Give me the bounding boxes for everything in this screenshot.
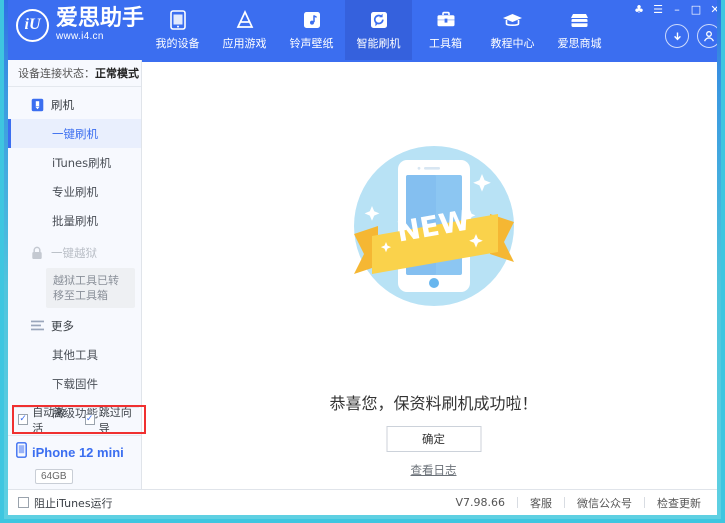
sidebar-item-batch-flash[interactable]: 批量刷机 [8,206,141,235]
sidebar-group-label: 刷机 [51,97,74,113]
checkbox-label: 跳过向导 [99,404,139,436]
skin-button[interactable]: ♣ [631,2,647,17]
device-connection-status: 设备连接状态： 正常模式 [8,60,141,87]
sidebar: 设备连接状态： 正常模式 刷机 一键刷机 iTunes刷机 [8,60,142,519]
wechat-link[interactable]: 微信公众号 [565,495,644,511]
graduation-icon [502,10,523,31]
sidebar-item-label: 批量刷机 [52,213,98,229]
store-icon [569,10,590,31]
app-body: 设备连接状态： 正常模式 刷机 一键刷机 iTunes刷机 [8,60,725,519]
flash-device-icon [30,98,44,112]
phone-icon [167,10,188,31]
nav-label: 教程中心 [491,35,535,51]
auto-activate-checkbox[interactable]: ✓ 自动激活 [18,404,73,436]
brand-logo[interactable]: iU 爱思助手 www.i4.cn [16,8,144,42]
toolbox-icon [435,10,456,31]
sidebar-item-pro-flash[interactable]: 专业刷机 [8,177,141,206]
sidebar-group-flash[interactable]: 刷机 [8,90,141,119]
sidebar-group-label: 一键越狱 [51,245,97,261]
support-link[interactable]: 客服 [518,495,564,511]
view-log-link[interactable]: 查看日志 [142,462,725,478]
lock-icon [30,246,44,260]
header-actions [665,24,721,48]
new-phone-illustration: NEW [142,130,725,326]
download-icon[interactable] [665,24,689,48]
sidebar-item-label: 下载固件 [52,376,98,392]
device-name: iPhone 12 mini [32,445,124,460]
sidebar-item-label: 专业刷机 [52,184,98,200]
minimize-button[interactable]: – [669,2,685,17]
brand-mark-icon: iU [16,9,49,42]
window-edge-right [717,0,721,523]
main-navigation: 我的设备 应用游戏 [144,0,613,60]
skip-setup-checkbox[interactable]: ✓ 跳过向导 [85,404,140,436]
apps-icon [234,10,255,31]
music-icon [301,10,322,31]
success-message: 恭喜您，保资料刷机成功啦！ [142,390,725,414]
sidebar-item-download-firmware[interactable]: 下载固件 [8,369,141,398]
confirm-button[interactable]: 确定 [386,426,481,452]
nav-label: 应用游戏 [223,35,267,51]
nav-item-smart-flash[interactable]: 智能刷机 [345,0,412,60]
window-edge-bottom [4,515,725,519]
nav-label: 智能刷机 [357,35,401,51]
status-bar-links: V7.98.66 客服 微信公众号 检查更新 [443,495,713,511]
nav-item-my-device[interactable]: 我的设备 [144,0,211,60]
check-update-link[interactable]: 检查更新 [645,495,713,511]
device-capacity-badge: 64GB [35,469,73,484]
refresh-icon [368,10,389,31]
sidebar-group-label: 更多 [51,318,74,334]
app-window: iU 爱思助手 www.i4.cn 我的设备 [0,0,725,523]
nav-item-apps-games[interactable]: 应用游戏 [211,0,278,60]
checkbox-box: ✓ [85,414,95,425]
brand-url: www.i4.cn [56,32,144,42]
block-itunes-checkbox[interactable]: 阻止iTunes运行 [18,495,113,511]
status-value: 正常模式 [95,65,139,81]
sidebar-item-label: 其他工具 [52,347,98,363]
app-header: iU 爱思助手 www.i4.cn 我的设备 [4,0,725,60]
nav-item-store[interactable]: 爱思商城 [546,0,613,60]
status-bar: 阻止iTunes运行 V7.98.66 客服 微信公众号 检查更新 [8,489,725,515]
checkbox-label: 阻止iTunes运行 [34,495,113,511]
sidebar-item-itunes-flash[interactable]: iTunes刷机 [8,148,141,177]
maximize-button[interactable]: □ [688,2,704,17]
nav-item-toolbox[interactable]: 工具箱 [412,0,479,60]
nav-item-tutorial-center[interactable]: 教程中心 [479,0,546,60]
nav-label: 我的设备 [156,35,200,51]
sidebar-item-other-tools[interactable]: 其他工具 [8,340,141,369]
sidebar-group-more[interactable]: 更多 [8,311,141,340]
version-label: V7.98.66 [443,496,517,509]
main-content: NEW 恭喜您，保资料刷机成功啦！ 确定 查看日志 [142,60,725,519]
checkbox-label: 自动激活 [32,404,72,436]
phone-small-icon [16,442,27,463]
list-icon [30,319,44,333]
sidebar-group-jailbreak: 一键越狱 [8,238,141,267]
status-label: 设备连接状态： [18,65,95,81]
brand-text: 爱思助手 www.i4.cn [56,8,144,42]
flash-options-row: ✓ 自动激活 ✓ 跳过向导 [12,407,139,431]
nav-label: 爱思商城 [558,35,602,51]
sidebar-item-label: iTunes刷机 [52,155,111,171]
jailbreak-moved-tooltip: 越狱工具已转移至工具箱 [46,268,135,308]
checkbox-box: ✓ [18,414,28,425]
nav-label: 铃声壁纸 [290,35,334,51]
sidebar-item-one-key-flash[interactable]: 一键刷机 [8,119,141,148]
sidebar-item-label: 一键刷机 [52,126,98,142]
window-controls: ♣ ☰ – □ ✕ [631,2,723,17]
nav-item-ringtones-wallpaper[interactable]: 铃声壁纸 [278,0,345,60]
menu-button[interactable]: ☰ [650,2,666,17]
checkbox-box [18,497,29,508]
nav-label: 工具箱 [429,35,462,51]
window-edge-left [4,0,8,523]
device-name-row: iPhone 12 mini [16,442,133,463]
brand-name: 爱思助手 [56,8,144,30]
